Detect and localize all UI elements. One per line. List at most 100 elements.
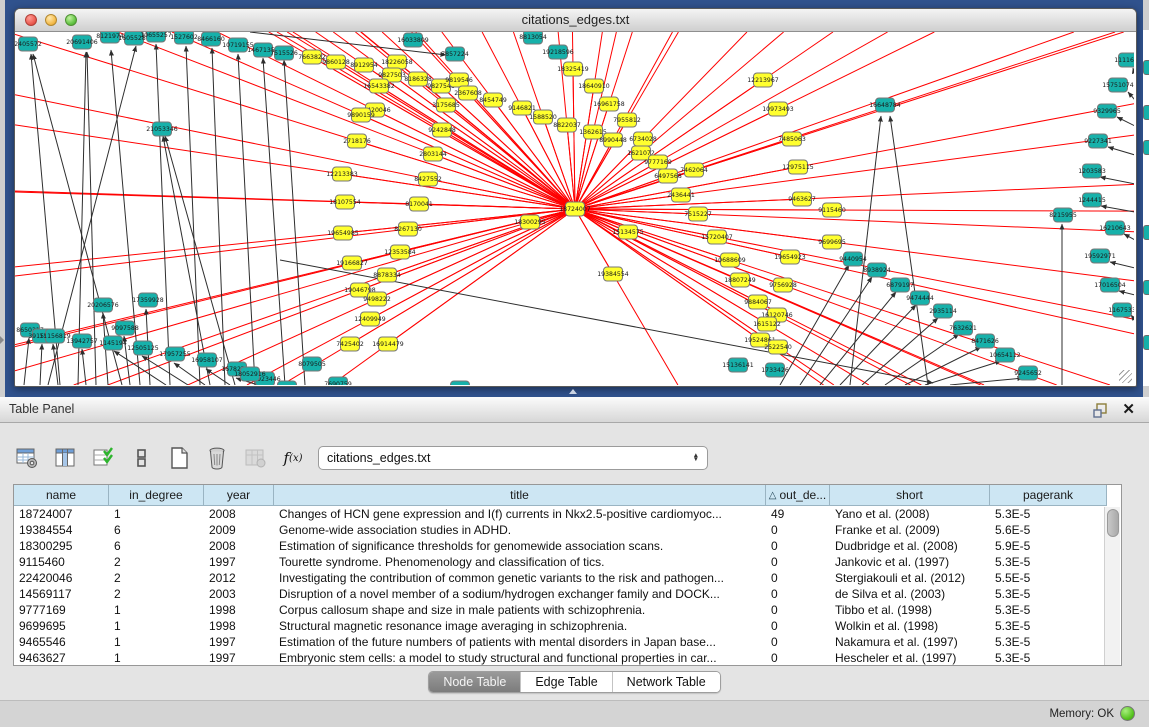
table-cell[interactable]: Hescheler et al. (1997) <box>830 650 990 666</box>
table-cell[interactable]: 5.9E-5 <box>990 538 1107 554</box>
table-cell[interactable]: 9463627 <box>14 650 109 666</box>
citation-graph[interactable]: 2405572206914068121974160552871065525715… <box>15 32 1134 385</box>
table-cell[interactable]: Tibbo et al. (1998) <box>830 602 990 618</box>
graph-node[interactable]: 2803144 <box>419 147 447 161</box>
graph-node[interactable]: 1145194 <box>99 336 127 350</box>
memory-status-icon[interactable] <box>1120 706 1135 721</box>
table-row[interactable]: 1872400712008Changes of HCN gene express… <box>14 506 1121 522</box>
table-cell[interactable]: Disruption of a novel member of a sodium… <box>274 586 766 602</box>
table-cell[interactable]: 18724007 <box>14 506 109 522</box>
panel-collapse-arrow-icon[interactable] <box>0 336 4 344</box>
graph-node[interactable]: 9498222 <box>363 292 391 306</box>
table-row[interactable]: 946362711997Embryonic stem cells: a mode… <box>14 650 1121 666</box>
tab-network-table[interactable]: Network Table <box>613 672 720 692</box>
graph-node[interactable]: 19654923 <box>774 250 806 264</box>
network-canvas[interactable]: 2405572206914068121974160552871065525715… <box>15 32 1134 385</box>
table-cell[interactable]: Embryonic stem cells: a model to study s… <box>274 650 766 666</box>
column-header-in_degree[interactable]: in_degree <box>109 485 204 506</box>
table-cell[interactable]: 1997 <box>204 554 274 570</box>
graph-node[interactable]: 9115460 <box>818 203 846 217</box>
table-cell[interactable]: 2 <box>109 554 204 570</box>
graph-node[interactable]: 19218596 <box>542 45 574 59</box>
table-cell[interactable]: Jankovic et al. (1997) <box>830 554 990 570</box>
graph-node[interactable]: 9440954 <box>839 252 867 266</box>
close-panel-icon[interactable]: ✕ <box>1122 400 1135 418</box>
graph-node[interactable]: 9777169 <box>644 155 672 169</box>
table-row[interactable]: 1938455462009Genome-wide association stu… <box>14 522 1121 538</box>
vertical-scrollbar[interactable] <box>1104 507 1120 665</box>
graph-node[interactable]: 8079505 <box>298 357 326 371</box>
float-panel-icon[interactable] <box>1093 402 1109 418</box>
column-header-pagerank[interactable]: pagerank <box>990 485 1107 506</box>
graph-node[interactable]: 8454749 <box>479 93 507 107</box>
table-row[interactable]: 977716911998Corpus callosum shape and si… <box>14 602 1121 618</box>
graph-node[interactable]: 15751074 <box>1102 78 1134 92</box>
row-options-icon[interactable] <box>128 445 154 471</box>
graph-node[interactable]: 9474444 <box>906 291 934 305</box>
table-cell[interactable]: 1997 <box>204 634 274 650</box>
table-cell[interactable]: 1 <box>109 506 204 522</box>
table-cell[interactable]: 9115460 <box>14 554 109 570</box>
graph-node[interactable]: 10688609 <box>714 253 746 267</box>
graph-node[interactable]: 7690759 <box>324 377 352 385</box>
table-cell[interactable]: 2008 <box>204 506 274 522</box>
table-cell[interactable]: Corpus callosum shape and size in male p… <box>274 602 766 618</box>
table-cell[interactable]: 0 <box>766 570 830 586</box>
graph-node[interactable]: 8813054 <box>519 32 547 44</box>
table-cell[interactable]: 0 <box>766 586 830 602</box>
table-row[interactable]: 1456911722003Disruption of a novel membe… <box>14 586 1121 602</box>
tab-edge-table[interactable]: Edge Table <box>521 672 612 692</box>
graph-node[interactable]: 13942757 <box>66 334 98 348</box>
table-cell[interactable]: de Silva et al. (2003) <box>830 586 990 602</box>
graph-node[interactable]: 12213383 <box>326 167 358 181</box>
graph-node[interactable]: 9463627 <box>788 192 816 206</box>
graph-node[interactable]: 10654112 <box>989 348 1021 362</box>
table-cell[interactable]: Dudbridge et al. (2008) <box>830 538 990 554</box>
graph-node[interactable]: 7515227 <box>684 207 712 221</box>
table-cell[interactable]: 0 <box>766 602 830 618</box>
left-panel-edge[interactable] <box>0 0 5 397</box>
table-cell[interactable]: 1998 <box>204 618 274 634</box>
table-row[interactable]: 2242004622012Investigating the contribut… <box>14 570 1121 586</box>
graph-node[interactable]: 1244415 <box>1078 193 1106 207</box>
table-cell[interactable]: 1 <box>109 618 204 634</box>
table-cell[interactable]: 1 <box>109 634 204 650</box>
column-header-out_de[interactable]: △out_de... <box>766 485 830 506</box>
graph-node[interactable]: 2935114 <box>929 304 957 318</box>
table-cell[interactable]: 2009 <box>204 522 274 538</box>
table-cell[interactable]: 22420046 <box>14 570 109 586</box>
table-cell[interactable]: 6 <box>109 522 204 538</box>
table-selector-dropdown[interactable]: citations_edges.txt ▲▼ <box>318 446 708 470</box>
graph-node[interactable]: 16210643 <box>1099 221 1131 235</box>
graph-node[interactable]: 19166827 <box>336 256 368 270</box>
graph-node[interactable]: 7462064 <box>680 163 708 177</box>
window-resize-grip[interactable] <box>1119 370 1132 383</box>
table-cell[interactable]: 5.6E-5 <box>990 522 1107 538</box>
graph-node[interactable]: 8822037 <box>553 118 581 132</box>
table-cell[interactable]: 5.5E-5 <box>990 570 1107 586</box>
table-cell[interactable]: Tourette syndrome. Phenomenology and cla… <box>274 554 766 570</box>
table-cell[interactable]: 5.3E-5 <box>990 602 1107 618</box>
table-cell[interactable]: 5.3E-5 <box>990 650 1107 666</box>
column-header-year[interactable]: year <box>204 485 274 506</box>
table-cell[interactable]: Wolkin et al. (1998) <box>830 618 990 634</box>
graph-node[interactable]: 12409949 <box>354 312 386 326</box>
graph-node[interactable]: 20206576 <box>87 298 119 312</box>
window-titlebar[interactable]: citations_edges.txt <box>15 9 1136 32</box>
table-cell[interactable]: 1998 <box>204 602 274 618</box>
show-columns-icon[interactable] <box>52 445 78 471</box>
graph-node[interactable]: 17957255 <box>159 347 191 361</box>
table-cell[interactable]: 1 <box>109 650 204 666</box>
graph-node[interactable]: 9699695 <box>818 235 846 249</box>
graph-node[interactable]: 6734028 <box>629 132 657 146</box>
graph-node[interactable]: 19384554 <box>597 267 629 281</box>
table-row[interactable]: 1830029562008Estimation of significance … <box>14 538 1121 554</box>
graph-node[interactable]: 8878334 <box>373 268 401 282</box>
graph-node[interactable]: 19592971 <box>1084 249 1116 263</box>
graph-node[interactable]: 9756928 <box>769 278 797 292</box>
graph-node[interactable]: 9024502 <box>446 381 474 385</box>
graph-node[interactable]: 9884067 <box>744 295 772 309</box>
table-cell[interactable]: 18300295 <box>14 538 109 554</box>
graph-node[interactable]: 7857224 <box>441 47 469 61</box>
table-row[interactable]: 911546021997Tourette syndrome. Phenomeno… <box>14 554 1121 570</box>
